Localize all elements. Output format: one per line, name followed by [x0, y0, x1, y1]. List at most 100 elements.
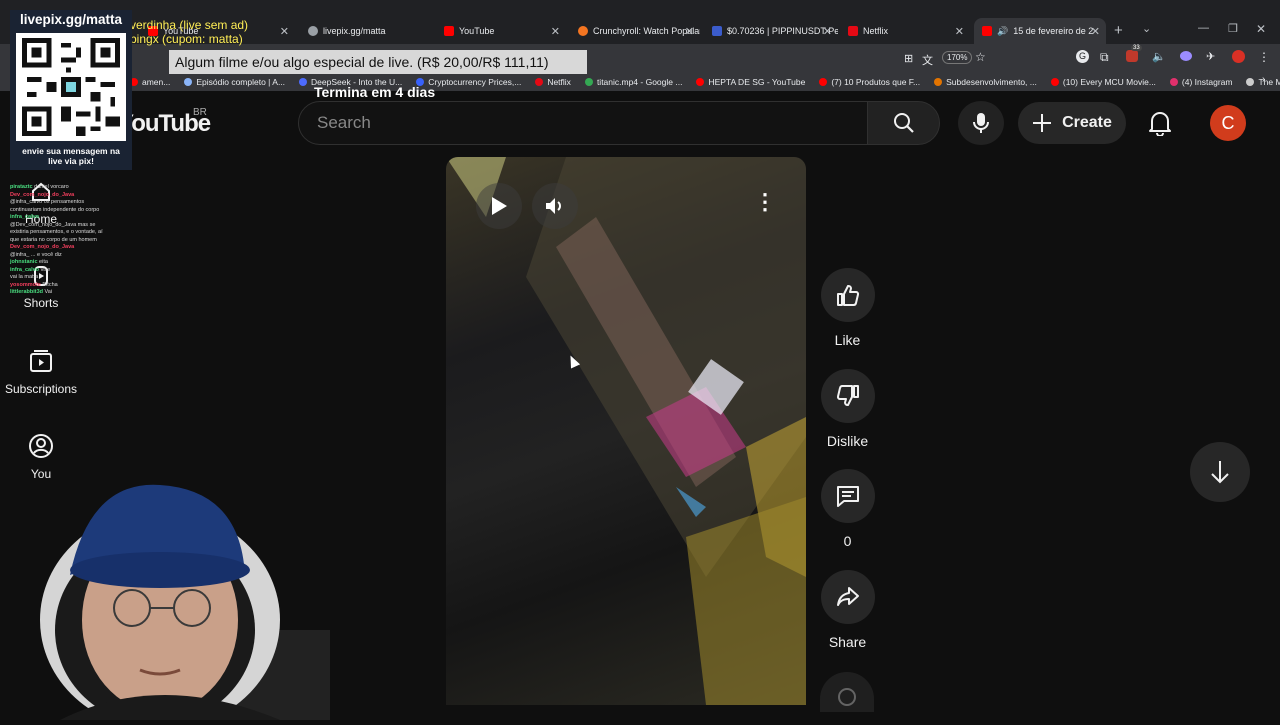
bell-icon: [1149, 112, 1171, 136]
translate-icon[interactable]: 文: [922, 52, 933, 68]
like-action[interactable]: Like: [820, 268, 875, 348]
chat-text: Vai: [44, 289, 53, 295]
extension-cloud-icon[interactable]: [1180, 51, 1192, 61]
bookmark-item[interactable]: HEPTA DE SG - YouTube: [696, 77, 805, 87]
browser-tab[interactable]: $0.70236 | PIPPINUSDT Pe ✕: [704, 18, 838, 44]
stream-chat: pirataztc daniel vorcaro Dev_com_nojo_do…: [10, 184, 110, 297]
chat-message: @infra_ ... e você diz: [10, 252, 110, 260]
bookmark-favicon-icon: [584, 77, 593, 86]
adblock-extension-icon[interactable]: [1126, 50, 1138, 62]
remix-button[interactable]: [820, 672, 874, 712]
tab-search-chevron-icon[interactable]: ⌄: [1142, 22, 1151, 35]
abp-extension-icon[interactable]: [1232, 50, 1245, 63]
notifications-button[interactable]: [1140, 103, 1180, 143]
bookmark-label: Subdesenvolvimento, ...: [946, 76, 1037, 87]
comments-button[interactable]: [820, 469, 875, 523]
bookmark-favicon-icon: [819, 77, 828, 86]
dislike-button[interactable]: [820, 369, 875, 423]
new-tab-icon[interactable]: +: [1114, 22, 1123, 39]
bookmark-favicon-icon: [934, 77, 943, 86]
bookmark-label: Cryptocurrency Prices,...: [428, 76, 522, 87]
volume-button[interactable]: [532, 183, 578, 229]
extension-icon[interactable]: ⧉: [1100, 50, 1109, 65]
bookmark-item[interactable]: (7) 10 Produtos que F...: [819, 77, 920, 87]
arrow-down-icon: [1211, 461, 1229, 484]
voice-search-button[interactable]: [958, 101, 1004, 145]
chat-username: Dev_com_nojo_do_Java: [10, 244, 75, 250]
remix-icon: [838, 688, 856, 706]
chat-message: yosommote Eitcha: [10, 282, 110, 290]
browser-tab[interactable]: Crunchyroll: Watch Popular ✕: [570, 18, 700, 44]
bookmark-item[interactable]: (10) Every MCU Movie...: [1050, 76, 1156, 87]
stream-marquee: verdinha (live sem ad) bingx (cupom: mat…: [130, 18, 248, 46]
create-button[interactable]: Create: [1018, 102, 1126, 144]
browser-tab-active[interactable]: 🔊 15 de fevereiro de 2025 ✕: [974, 18, 1106, 44]
share-action[interactable]: Share: [820, 570, 875, 650]
search-button[interactable]: [867, 101, 940, 145]
short-video-player[interactable]: ⋮: [446, 157, 806, 705]
speaker-icon[interactable]: 🔊: [997, 26, 1008, 37]
create-label: Create: [1062, 114, 1112, 131]
chat-message: @Dev_com_nojo_do_Java mas se existiria p…: [10, 222, 110, 245]
close-window-icon[interactable]: ✕: [1256, 22, 1266, 36]
bookmark-star-icon[interactable]: ☆: [975, 50, 986, 64]
nav-subscriptions[interactable]: Subscriptions: [1, 348, 81, 396]
play-button[interactable]: [476, 183, 522, 229]
close-tab-icon[interactable]: ✕: [823, 25, 832, 38]
bookmark-favicon-icon: [1050, 77, 1059, 86]
maximize-window-icon[interactable]: ❐: [1228, 22, 1238, 35]
bookmark-label: (7) 10 Produtos que F...: [831, 76, 921, 87]
close-tab-icon[interactable]: ✕: [551, 25, 560, 38]
streamer-webcam: [0, 470, 420, 725]
minimize-window-icon[interactable]: —: [1198, 22, 1209, 34]
chat-text: Eitcha: [42, 281, 58, 288]
close-tab-icon[interactable]: ✕: [280, 25, 289, 38]
share-button[interactable]: [820, 570, 875, 624]
bookmark-item[interactable]: Episódio completo | A...: [184, 77, 285, 87]
bookmarks-overflow-icon[interactable]: ›: [1262, 74, 1265, 85]
comments-action[interactable]: 0: [820, 469, 875, 549]
browser-tab[interactable]: YouTube ✕: [436, 18, 566, 44]
close-tab-icon[interactable]: ✕: [685, 25, 694, 38]
account-circle-icon: [29, 434, 53, 458]
bookmark-favicon-icon: [696, 77, 705, 86]
youtube-favicon-icon: [444, 26, 454, 36]
donation-goal-timer: Termina em 4 dias: [314, 84, 436, 100]
bookmark-item[interactable]: Subdesenvolvimento, ...: [934, 77, 1037, 87]
more-options-icon[interactable]: ⋮: [750, 187, 780, 217]
like-button[interactable]: [820, 268, 875, 322]
browser-tab[interactable]: livepix.gg/matta: [300, 18, 435, 44]
chat-text: vai la matta: [10, 274, 39, 280]
search-input[interactable]: Search: [298, 101, 868, 145]
bookmark-item[interactable]: (4) Instagram: [1169, 77, 1232, 87]
bookmark-item[interactable]: titanic.mp4 - Google ...: [584, 77, 682, 87]
chat-username: pirataztc: [10, 184, 33, 190]
microphone-icon: [973, 113, 989, 133]
thumbs-up-icon: [836, 284, 859, 306]
zoom-indicator[interactable]: 170%: [942, 51, 973, 64]
extension-badge: 33: [1131, 45, 1142, 51]
tab-label: Netflix: [863, 26, 889, 36]
browser-tab[interactable]: Netflix ✕: [840, 18, 970, 44]
chat-message: @infra_calvo os pensamentos continuariam…: [10, 199, 110, 214]
mute-icon[interactable]: 🔈: [1152, 50, 1166, 63]
close-tab-icon[interactable]: ✕: [955, 25, 964, 38]
chat-text: @Dev_com_nojo_do_Java mas se existiria p…: [10, 221, 103, 243]
bookmark-item[interactable]: Netflix: [535, 77, 571, 87]
account-avatar[interactable]: C: [1210, 105, 1246, 141]
x-favicon-icon: [712, 26, 722, 36]
bookmark-item[interactable]: amen...: [130, 77, 170, 87]
install-app-icon[interactable]: ⊞: [904, 52, 913, 65]
next-video-button[interactable]: [1190, 442, 1250, 502]
bookmark-label: Episódio completo | A...: [196, 76, 286, 87]
dislike-label: Dislike: [826, 433, 869, 449]
subscriptions-icon: [30, 350, 52, 372]
chat-username: infra_calvo: [10, 214, 40, 220]
close-tab-icon[interactable]: ✕: [1091, 25, 1100, 38]
extension-arrow-icon[interactable]: ✈: [1206, 50, 1215, 63]
bookmark-label: (10) Every MCU Movie...: [1062, 76, 1156, 87]
volume-icon: [546, 198, 561, 214]
extension-g-icon[interactable]: G: [1076, 50, 1089, 63]
dislike-action[interactable]: Dislike: [820, 369, 875, 449]
browser-menu-icon[interactable]: ⋮: [1258, 50, 1270, 64]
